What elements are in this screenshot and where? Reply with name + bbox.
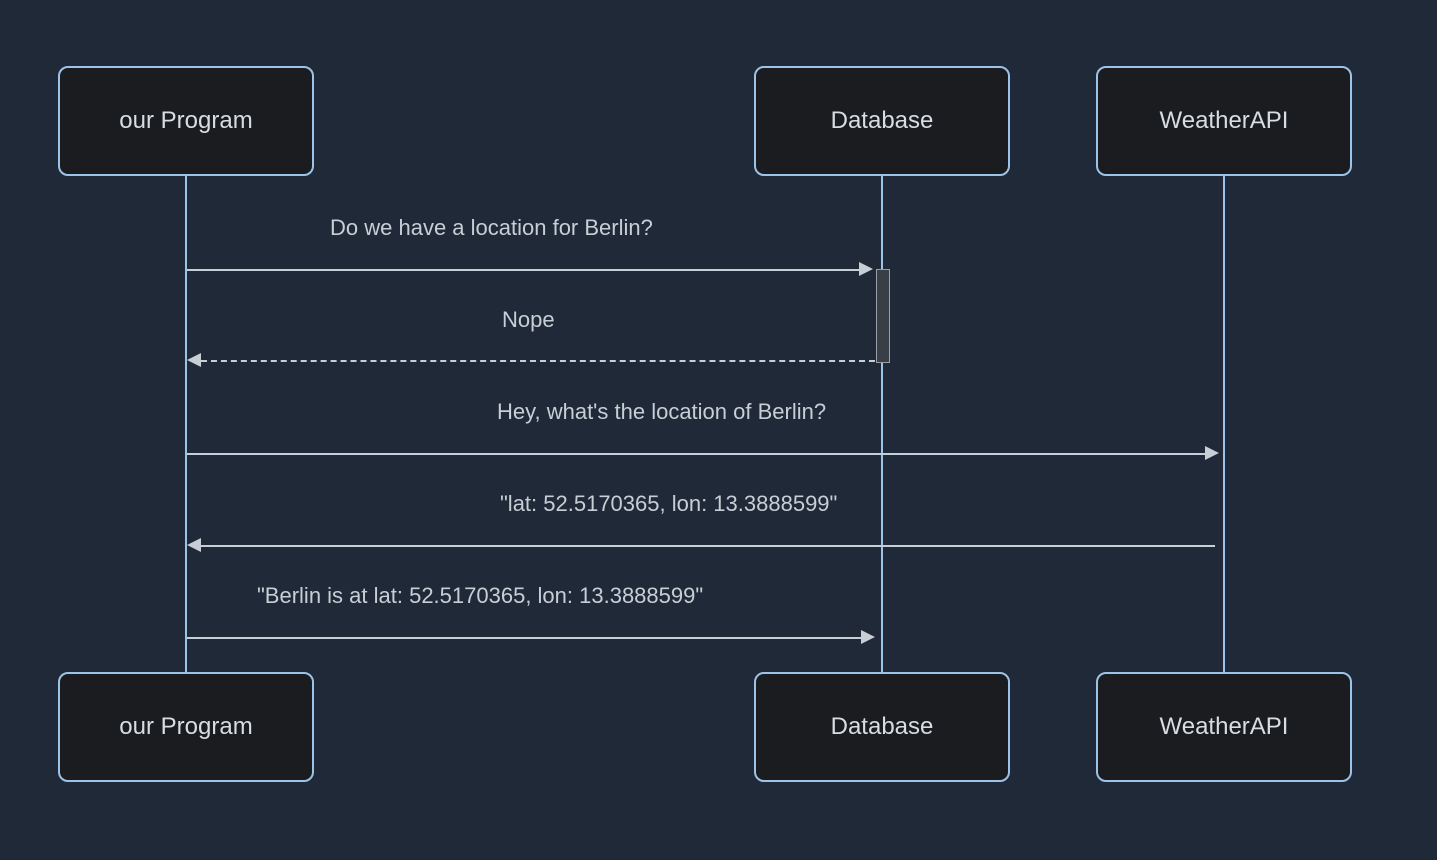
actor-label: Database xyxy=(831,713,934,741)
actor-label: our Program xyxy=(119,107,252,135)
actor-weatherapi-top: WeatherAPI xyxy=(1096,66,1352,176)
message-label: Nope xyxy=(502,307,555,333)
arrowhead-right-icon xyxy=(1205,446,1219,460)
message-arrow xyxy=(201,545,1215,547)
actor-weatherapi-bottom: WeatherAPI xyxy=(1096,672,1352,782)
lifeline-weatherapi xyxy=(1223,176,1225,672)
arrowhead-left-icon xyxy=(187,538,201,552)
actor-label: our Program xyxy=(119,713,252,741)
message-label: "Berlin is at lat: 52.5170365, lon: 13.3… xyxy=(257,583,703,609)
actor-database-bottom: Database xyxy=(754,672,1010,782)
arrowhead-left-icon xyxy=(187,353,201,367)
message-label: "lat: 52.5170365, lon: 13.3888599" xyxy=(500,491,837,517)
activation-database xyxy=(876,269,890,363)
lifeline-program xyxy=(185,176,187,672)
message-label: Hey, what's the location of Berlin? xyxy=(497,399,826,425)
sequence-diagram: our Program Database WeatherAPI our Prog… xyxy=(0,0,1437,860)
message-arrow xyxy=(187,453,1209,455)
message-arrow xyxy=(187,269,859,271)
arrowhead-right-icon xyxy=(861,630,875,644)
message-arrow-dashed xyxy=(201,360,875,362)
actor-label: WeatherAPI xyxy=(1160,713,1289,741)
arrowhead-right-icon xyxy=(859,262,873,276)
lifeline-database xyxy=(881,176,883,672)
actor-program-bottom: our Program xyxy=(58,672,314,782)
message-label: Do we have a location for Berlin? xyxy=(330,215,653,241)
actor-label: WeatherAPI xyxy=(1160,107,1289,135)
actor-label: Database xyxy=(831,107,934,135)
message-arrow xyxy=(187,637,865,639)
actor-database-top: Database xyxy=(754,66,1010,176)
actor-program-top: our Program xyxy=(58,66,314,176)
